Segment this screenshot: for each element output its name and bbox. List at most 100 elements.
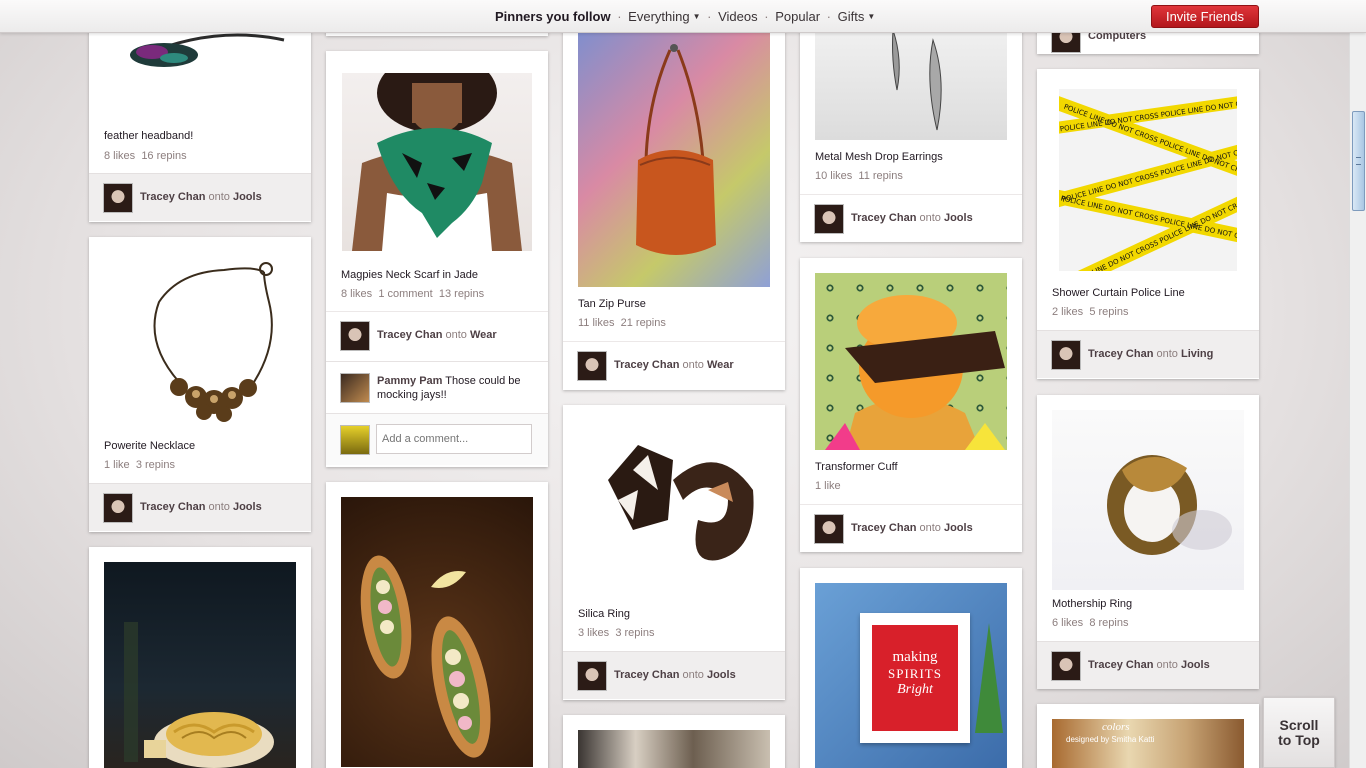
pin-image[interactable]: colors designed by Smitha Katti <box>1052 719 1244 768</box>
nav-gifts[interactable]: Gifts ▼ <box>838 9 876 24</box>
pin-magpies-scarf[interactable]: Magpies Neck Scarf in Jade 8 likes 1 com… <box>326 51 548 467</box>
pinner-name-link[interactable]: Tracey Chan <box>140 501 205 513</box>
pin-image[interactable] <box>341 497 533 767</box>
pin-description: Mothership Ring <box>1052 598 1133 610</box>
pinner-name-link[interactable]: Tracey Chan <box>851 522 916 534</box>
pin-image[interactable] <box>815 273 1007 450</box>
repins-count[interactable]: 5 repins <box>1089 306 1128 318</box>
repins-count[interactable]: 3 repins <box>615 627 654 639</box>
pin-paint-colors[interactable]: colors designed by Smitha Katti <box>1037 704 1259 768</box>
repins-count[interactable]: 8 repins <box>1089 617 1128 629</box>
pin-description: Silica Ring <box>578 608 630 620</box>
pin-image[interactable] <box>578 420 770 595</box>
pin-shower-curtain[interactable]: POLICE LINE DO NOT CROSS POLICE LINE DO … <box>1037 69 1259 379</box>
pin-shelf[interactable] <box>563 715 785 768</box>
avatar[interactable] <box>103 183 133 213</box>
add-comment-input[interactable] <box>376 424 532 454</box>
nav-everything[interactable]: Everything ▼ <box>628 9 700 24</box>
pinner-name-link[interactable]: Tracey Chan <box>614 359 679 371</box>
likes-count[interactable]: 6 likes <box>1052 617 1083 629</box>
pin-silica-ring[interactable]: Silica Ring 3 likes 3 repins Tracey Chan… <box>563 405 785 700</box>
pinner-name-link[interactable]: Tracey Chan <box>614 669 679 681</box>
onto-label: onto <box>445 329 467 341</box>
likes-count[interactable]: 8 likes <box>104 150 135 162</box>
pin-image[interactable] <box>104 252 296 432</box>
pin-transformer-cuff[interactable]: Transformer Cuff 1 like Tracey Chan onto… <box>800 258 1022 552</box>
pin-attribution: Tracey Chan onto Wear <box>563 341 785 389</box>
pin-tan-zip-purse[interactable]: Tan Zip Purse 11 likes 21 repins Tracey … <box>563 20 785 390</box>
pinner-name-link[interactable]: Tracey Chan <box>377 329 442 341</box>
repins-count[interactable]: 13 repins <box>439 288 484 300</box>
pin-feather-headband[interactable]: feather headband! 8 likes 16 repins Trac… <box>89 20 311 222</box>
pin-mothership-ring[interactable]: Mothership Ring 6 likes 8 repins Tracey … <box>1037 395 1259 689</box>
board-link[interactable]: Jools <box>707 669 736 681</box>
category-nav: Pinners you follow · Everything ▼ · Video… <box>495 9 875 24</box>
vertical-scrollbar[interactable] <box>1349 33 1366 768</box>
pin-stats: 10 likes 11 repins <box>815 170 903 182</box>
avatar[interactable] <box>814 514 844 544</box>
nav-popular[interactable]: Popular <box>775 9 820 24</box>
pin-image[interactable]: POLICE LINE DO NOT CROSS POLICE LINE DO … <box>1039 89 1259 299</box>
avatar[interactable] <box>1051 340 1081 370</box>
pinner-name-link[interactable]: Tracey Chan <box>851 212 916 224</box>
pin-stats: 6 likes 8 repins <box>1052 617 1128 629</box>
board-link[interactable]: Living <box>1181 348 1213 360</box>
commenter-name-link[interactable]: Pammy Pam <box>377 375 442 387</box>
pin-image[interactable] <box>1052 410 1244 590</box>
likes-count[interactable]: 8 likes <box>341 288 372 300</box>
pin-pasta[interactable] <box>89 547 311 768</box>
board-link[interactable]: Jools <box>1181 659 1210 671</box>
scrollbar-thumb[interactable] <box>1352 111 1365 211</box>
pin-image[interactable] <box>104 562 296 768</box>
pin-powerite-necklace[interactable]: Powerite Necklace 1 like 3 repins Tracey… <box>89 237 311 532</box>
chevron-down-icon: ▼ <box>692 12 701 21</box>
avatar[interactable] <box>1051 651 1081 681</box>
avatar[interactable] <box>340 321 370 351</box>
avatar[interactable] <box>814 204 844 234</box>
invite-friends-button[interactable]: Invite Friends <box>1151 5 1259 28</box>
pin-sandwiches[interactable] <box>326 482 548 768</box>
likes-count[interactable]: 1 like <box>104 459 130 471</box>
attribution-text: Tracey Chan onto Jools <box>1088 659 1210 671</box>
scroll-to-top-button[interactable]: Scroll to Top <box>1263 697 1335 768</box>
pin-image[interactable] <box>578 730 770 768</box>
pin-metal-mesh-earrings[interactable]: Metal Mesh Drop Earrings 10 likes 11 rep… <box>800 20 1022 242</box>
pin-description: feather headband! <box>104 130 194 142</box>
likes-count[interactable]: 2 likes <box>1052 306 1083 318</box>
avatar[interactable] <box>103 493 133 523</box>
avatar[interactable] <box>577 661 607 691</box>
pin-attribution: Tracey Chan onto Living <box>1037 330 1259 378</box>
pin-attribution: Tracey Chan onto Jools <box>800 194 1022 242</box>
pinner-name-link[interactable]: Tracey Chan <box>140 191 205 203</box>
pin-image[interactable] <box>815 20 1007 140</box>
board-link[interactable]: Jools <box>233 191 262 203</box>
comment-text: Pammy Pam Those could be mocking jays!! <box>377 374 537 402</box>
board-link[interactable]: Wear <box>707 359 734 371</box>
board-link[interactable]: Jools <box>944 212 973 224</box>
comments-count[interactable]: 1 comment <box>378 288 432 300</box>
likes-count[interactable]: 3 likes <box>578 627 609 639</box>
board-link[interactable]: Wear <box>470 329 497 341</box>
likes-count[interactable]: 11 likes <box>578 317 614 329</box>
pinner-name-link[interactable]: Tracey Chan <box>1088 659 1153 671</box>
pin-image[interactable]: making SPIRITS Bright <box>815 583 1007 768</box>
pin-stats: 1 like <box>815 480 841 492</box>
nav-pinners-you-follow[interactable]: Pinners you follow <box>495 9 611 24</box>
likes-count[interactable]: 10 likes <box>815 170 852 182</box>
repins-count[interactable]: 21 repins <box>621 317 666 329</box>
repins-count[interactable]: 16 repins <box>141 150 186 162</box>
avatar[interactable] <box>340 373 370 403</box>
pin-making-spirits-bright[interactable]: making SPIRITS Bright <box>800 568 1022 768</box>
repins-count[interactable]: 11 repins <box>858 170 902 182</box>
onto-label: onto <box>919 522 941 534</box>
likes-count[interactable]: 1 like <box>815 480 841 492</box>
board-link[interactable]: Jools <box>233 501 262 513</box>
board-link[interactable]: Jools <box>944 522 973 534</box>
pinner-name-link[interactable]: Tracey Chan <box>1088 348 1153 360</box>
repins-count[interactable]: 3 repins <box>136 459 175 471</box>
nav-videos[interactable]: Videos <box>718 9 758 24</box>
pin-image[interactable] <box>342 53 532 251</box>
avatar[interactable] <box>577 351 607 381</box>
pin-image[interactable] <box>578 20 770 287</box>
attribution-text: Tracey Chan onto Jools <box>851 522 973 534</box>
